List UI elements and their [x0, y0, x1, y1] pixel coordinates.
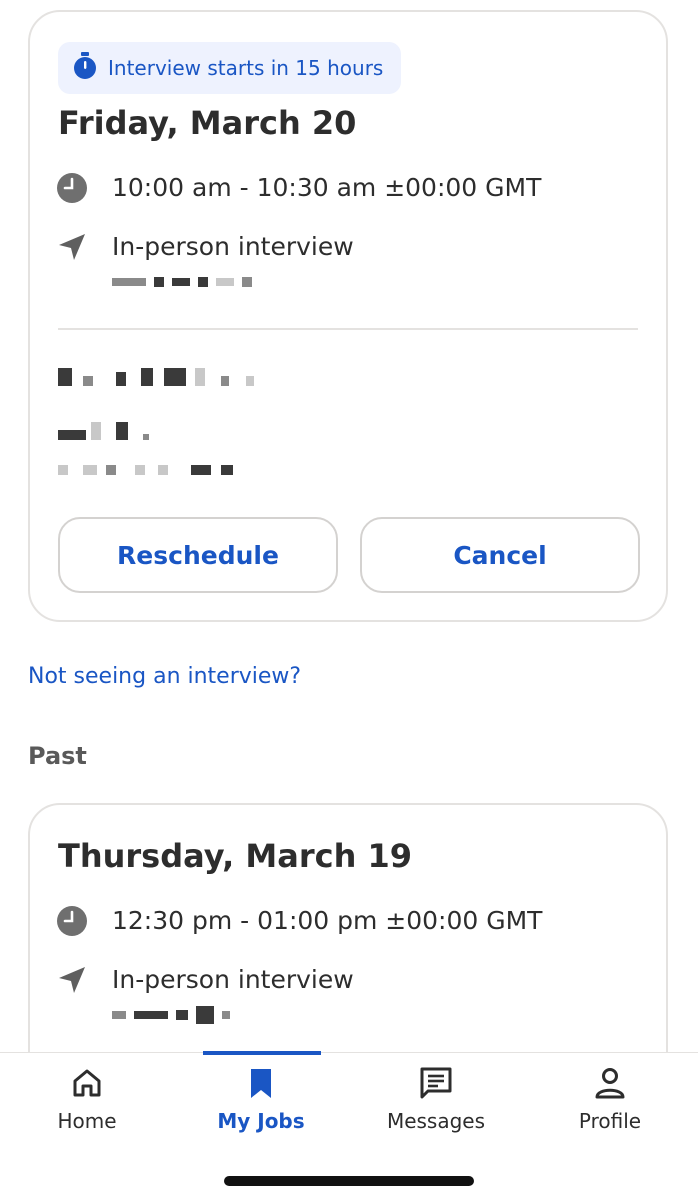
location-arrow-icon	[54, 962, 90, 998]
nav-item-messages[interactable]: Messages	[349, 1065, 523, 1133]
nav-label-my-jobs: My Jobs	[217, 1109, 305, 1133]
active-tab-indicator	[203, 1051, 321, 1055]
location-arrow-icon	[54, 229, 90, 265]
past-interview-location-row: In-person interview	[54, 962, 354, 1026]
card-divider	[58, 328, 638, 330]
interview-time-row: 10:00 am - 10:30 am ±00:00 GMT	[54, 170, 541, 206]
clock-icon	[54, 170, 90, 206]
interview-type: In-person interview	[112, 232, 354, 261]
interviews-screen: Interview starts in 15 hours Friday, Mar…	[0, 0, 698, 1200]
past-interview-time-row: 12:30 pm - 01:00 pm ±00:00 GMT	[54, 903, 542, 939]
cancel-button[interactable]: Cancel	[360, 517, 640, 593]
home-indicator[interactable]	[224, 1176, 474, 1186]
redacted-contact-role	[58, 422, 150, 444]
interview-countdown-badge: Interview starts in 15 hours	[58, 42, 402, 94]
redacted-contact-info	[58, 460, 233, 479]
redacted-location	[112, 271, 354, 293]
person-icon	[592, 1065, 628, 1101]
home-icon	[69, 1065, 105, 1101]
nav-item-my-jobs[interactable]: My Jobs	[174, 1065, 348, 1133]
past-interview-date: Thursday, March 19	[58, 837, 413, 875]
past-interview-time: 12:30 pm - 01:00 pm ±00:00 GMT	[112, 906, 543, 935]
past-section-title: Past	[28, 742, 87, 770]
past-interview-type: In-person interview	[112, 965, 354, 994]
bookmark-icon	[243, 1065, 279, 1101]
message-icon	[418, 1065, 454, 1101]
nav-item-home[interactable]: Home	[0, 1065, 174, 1133]
nav-label-profile: Profile	[578, 1109, 642, 1133]
clock-icon	[54, 903, 90, 939]
countdown-text: Interview starts in 15 hours	[108, 56, 384, 80]
reschedule-button[interactable]: Reschedule	[58, 517, 338, 593]
not-seeing-interview-link[interactable]: Not seeing an interview?	[28, 664, 301, 689]
redacted-contact-name	[58, 368, 254, 390]
redacted-location	[112, 1004, 354, 1026]
nav-label-home: Home	[57, 1109, 117, 1133]
interview-date: Friday, March 20	[58, 104, 357, 142]
nav-label-messages: Messages	[386, 1109, 486, 1133]
interview-time: 10:00 am - 10:30 am ±00:00 GMT	[112, 173, 542, 202]
interview-location-row: In-person interview	[54, 229, 354, 293]
stopwatch-icon	[72, 52, 98, 84]
nav-item-profile[interactable]: Profile	[523, 1065, 697, 1133]
upcoming-interview-card: Interview starts in 15 hours Friday, Mar…	[28, 10, 668, 622]
